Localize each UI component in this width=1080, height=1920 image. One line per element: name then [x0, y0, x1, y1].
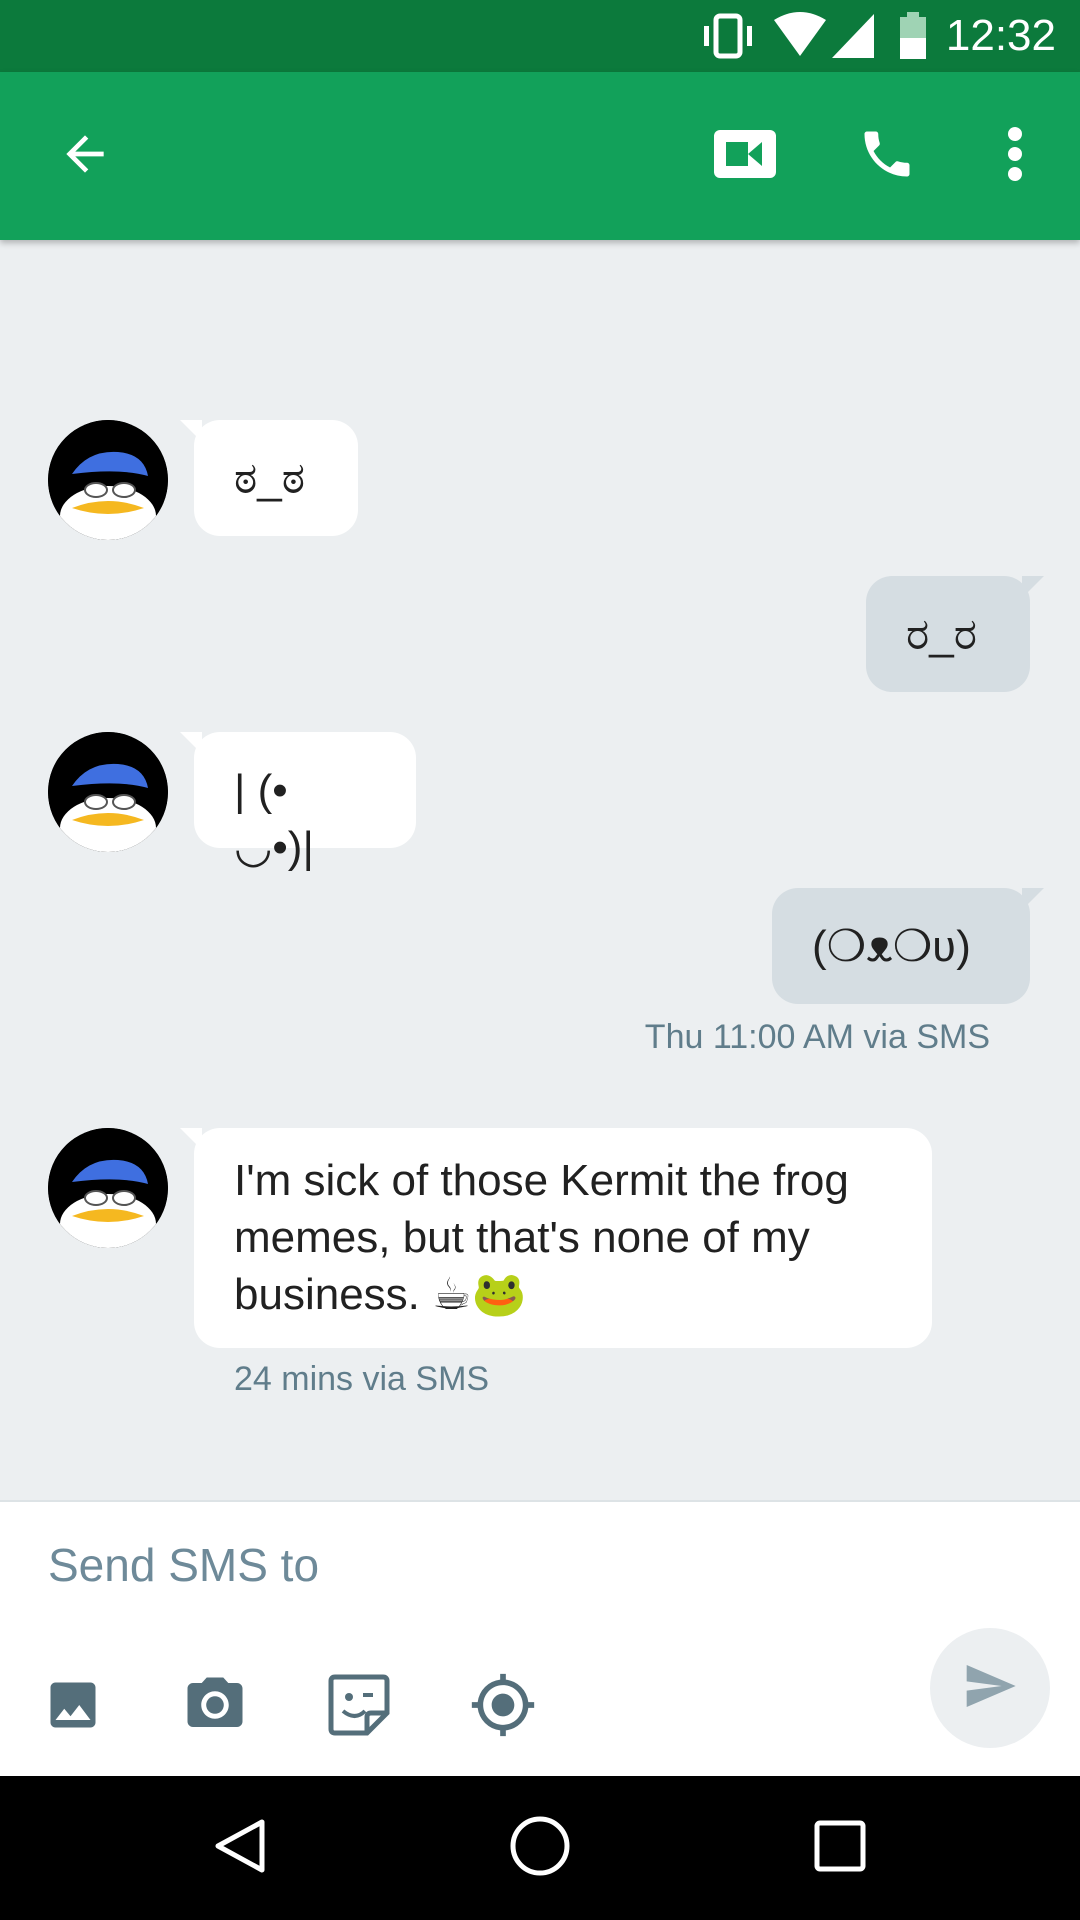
contact-avatar[interactable]	[48, 420, 168, 540]
send-icon	[962, 1658, 1018, 1719]
camera-button[interactable]	[180, 1672, 250, 1742]
back-button[interactable]	[40, 72, 130, 240]
overflow-menu-icon	[1005, 124, 1025, 189]
back-triangle-icon	[210, 1816, 270, 1881]
incoming-message[interactable]: ಠ_ಠ	[194, 420, 358, 536]
message-timestamp: 24 mins via SMS	[234, 1360, 490, 1398]
video-call-icon	[712, 126, 778, 187]
incoming-message[interactable]: | (• ◡•)|	[194, 732, 416, 872]
video-call-button[interactable]	[700, 72, 790, 240]
status-time: 12:32	[945, 11, 1056, 60]
send-button[interactable]	[930, 1628, 1050, 1748]
vibrate-icon	[700, 12, 756, 65]
nav-recents-button[interactable]	[768, 1776, 912, 1920]
navigation-bar	[0, 1776, 1080, 1920]
contact-avatar[interactable]	[48, 732, 168, 852]
status-bar: 12:32	[0, 0, 1080, 72]
home-circle-icon	[509, 1815, 571, 1882]
message-input[interactable]: Send SMS to	[48, 1538, 319, 1592]
outgoing-message[interactable]: ರ_ರ	[866, 576, 1030, 692]
sticker-button[interactable]	[324, 1672, 394, 1742]
back-arrow-icon	[57, 126, 113, 187]
camera-icon	[182, 1672, 248, 1743]
outgoing-message[interactable]: (❍ᴥ❍ʋ)	[772, 888, 1030, 1004]
cell-signal-icon	[830, 12, 876, 65]
app-bar	[0, 72, 1080, 240]
sticker-icon	[327, 1673, 391, 1742]
nav-back-button[interactable]	[168, 1776, 312, 1920]
overflow-menu-button[interactable]	[980, 72, 1050, 240]
phone-icon	[857, 124, 917, 189]
wifi-icon	[772, 12, 828, 65]
contact-avatar[interactable]	[48, 1128, 168, 1248]
conversation-list[interactable]: ಠ_ಠ ರ_ರ | (• ◡•)| (❍ᴥ❍ʋ) Thu 11:00 AM vi…	[0, 240, 1080, 1500]
recents-square-icon	[812, 1818, 868, 1879]
nav-home-button[interactable]	[468, 1776, 612, 1920]
gallery-icon	[43, 1675, 103, 1740]
gallery-button[interactable]	[38, 1672, 108, 1742]
location-icon	[469, 1671, 537, 1744]
incoming-message[interactable]: I'm sick of those Kermit the frog memes,…	[194, 1128, 932, 1348]
message-timestamp: Thu 11:00 AM via SMS	[644, 1018, 990, 1056]
location-button[interactable]	[468, 1672, 538, 1742]
battery-icon	[898, 12, 928, 65]
phone-call-button[interactable]	[842, 72, 932, 240]
compose-bar: Send SMS to	[0, 1500, 1080, 1778]
